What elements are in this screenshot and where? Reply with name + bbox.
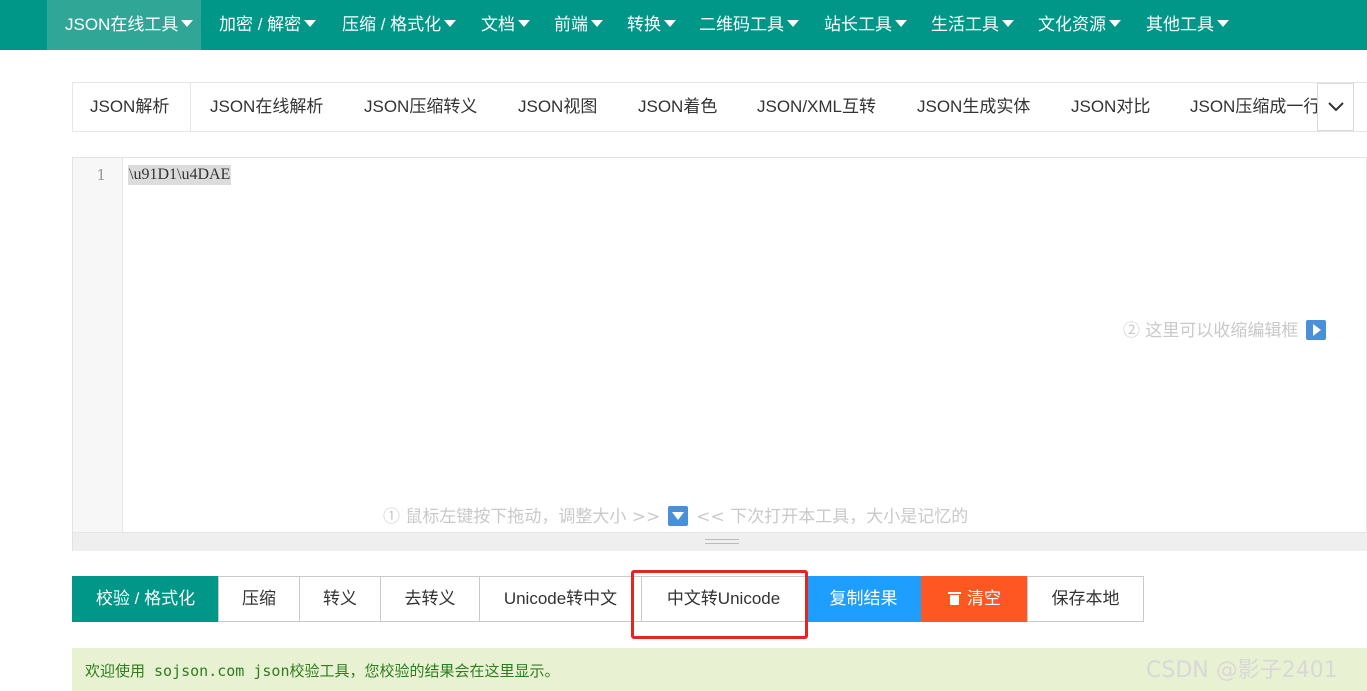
tab-json-one-line[interactable]: JSON压缩成一行 (1190, 83, 1320, 131)
nav-item-encrypt[interactable]: 加密 / 解密 (219, 0, 317, 50)
nav-item-docs[interactable]: 文档 (481, 0, 530, 50)
trash-icon (948, 591, 961, 605)
validate-format-button[interactable]: 校验 / 格式化 (72, 576, 219, 622)
nav-item-convert[interactable]: 转换 (627, 0, 676, 50)
caret-down-icon (895, 20, 907, 28)
unescape-button[interactable]: 去转义 (380, 576, 480, 622)
nav-label: 其他工具 (1146, 15, 1214, 34)
escape-button[interactable]: 转义 (299, 576, 381, 622)
nav-label: 文档 (481, 15, 515, 34)
tab-json-diff[interactable]: JSON对比 (1071, 83, 1150, 131)
chinese-to-unicode-button[interactable]: 中文转Unicode (641, 576, 806, 622)
clear-label: 清空 (967, 589, 1001, 608)
nav-item-culture[interactable]: 文化资源 (1038, 0, 1121, 50)
tab-json-compress-escape[interactable]: JSON压缩转义 (364, 83, 477, 131)
chevron-down-icon (1328, 102, 1344, 112)
save-local-button[interactable]: 保存本地 (1027, 576, 1144, 622)
copy-result-button[interactable]: 复制结果 (805, 576, 922, 622)
caret-down-icon (787, 20, 799, 28)
nav-label: 转换 (627, 15, 661, 34)
unicode-to-chinese-button[interactable]: Unicode转中文 (479, 576, 642, 622)
line-number: 1 (96, 166, 106, 184)
nav-label: 压缩 / 格式化 (342, 15, 442, 34)
clear-button[interactable]: 清空 (921, 576, 1028, 622)
resize-hint-left: ① 鼠标左键按下拖动，调整大小 >> (383, 507, 661, 527)
tool-tabs: JSON解析 JSON在线解析 JSON压缩转义 JSON视图 JSON着色 J… (72, 82, 1367, 132)
result-message: 欢迎使用 sojson.com json校验工具，您校验的结果会在这里显示。 (85, 662, 560, 680)
grip-icon (705, 539, 739, 544)
json-editor[interactable]: 1 \u91D1\u4DAE ② 这里可以收缩编辑框 ① 鼠标左键按下拖动，调整… (72, 157, 1367, 551)
nav-label: 文化资源 (1038, 15, 1106, 34)
caret-down-icon (1217, 20, 1229, 28)
tab-json-online-parse[interactable]: JSON在线解析 (210, 83, 323, 131)
caret-down-icon (591, 20, 603, 28)
nav-label: JSON在线工具 (65, 15, 179, 34)
caret-down-icon (1109, 20, 1121, 28)
top-navbar: JSON在线工具 加密 / 解密 压缩 / 格式化 文档 前端 转换 二维码工具… (0, 0, 1367, 50)
tab-json-view[interactable]: JSON视图 (518, 83, 597, 131)
caret-down-icon (664, 20, 676, 28)
nav-item-life[interactable]: 生活工具 (931, 0, 1014, 50)
caret-down-icon (1002, 20, 1014, 28)
nav-item-json-tools[interactable]: JSON在线工具 (47, 0, 201, 50)
play-right-icon[interactable] (1306, 319, 1327, 340)
caret-down-icon (181, 20, 194, 28)
nav-label: 二维码工具 (699, 15, 784, 34)
line-gutter: 1 (73, 158, 123, 532)
nav-item-other[interactable]: 其他工具 (1146, 0, 1229, 50)
compress-button[interactable]: 压缩 (218, 576, 300, 622)
nav-item-qrcode[interactable]: 二维码工具 (699, 0, 799, 50)
editor-resize-handle[interactable] (73, 532, 1367, 551)
editor-content[interactable]: \u91D1\u4DAE (128, 165, 232, 185)
resize-hint-right: << 下次打开本工具，大小是记忆的 (696, 507, 969, 527)
resize-hint: ① 鼠标左键按下拖动，调整大小 >> << 下次打开本工具，大小是记忆的 (383, 502, 968, 528)
tab-json-entity[interactable]: JSON生成实体 (917, 83, 1030, 131)
tabs-more-button[interactable] (1317, 83, 1354, 131)
tab-json-parse[interactable]: JSON解析 (73, 83, 191, 131)
nav-item-webmaster[interactable]: 站长工具 (824, 0, 907, 50)
tab-json-xml[interactable]: JSON/XML互转 (757, 83, 876, 131)
nav-item-compress-format[interactable]: 压缩 / 格式化 (342, 0, 457, 50)
nav-label: 加密 / 解密 (219, 15, 302, 34)
caret-down-icon (518, 20, 530, 28)
nav-label: 前端 (554, 15, 588, 34)
nav-label: 站长工具 (824, 15, 892, 34)
collapse-hint: ② 这里可以收缩编辑框 (1123, 316, 1334, 342)
collapse-hint-text: ② 这里可以收缩编辑框 (1123, 321, 1299, 341)
arrow-down-icon[interactable] (668, 505, 689, 526)
caret-down-icon (444, 20, 457, 28)
nav-label: 生活工具 (931, 15, 999, 34)
watermark: CSDN @影子2401 (1146, 658, 1338, 683)
caret-down-icon (304, 20, 317, 28)
nav-item-frontend[interactable]: 前端 (554, 0, 603, 50)
tab-json-color[interactable]: JSON着色 (638, 83, 717, 131)
